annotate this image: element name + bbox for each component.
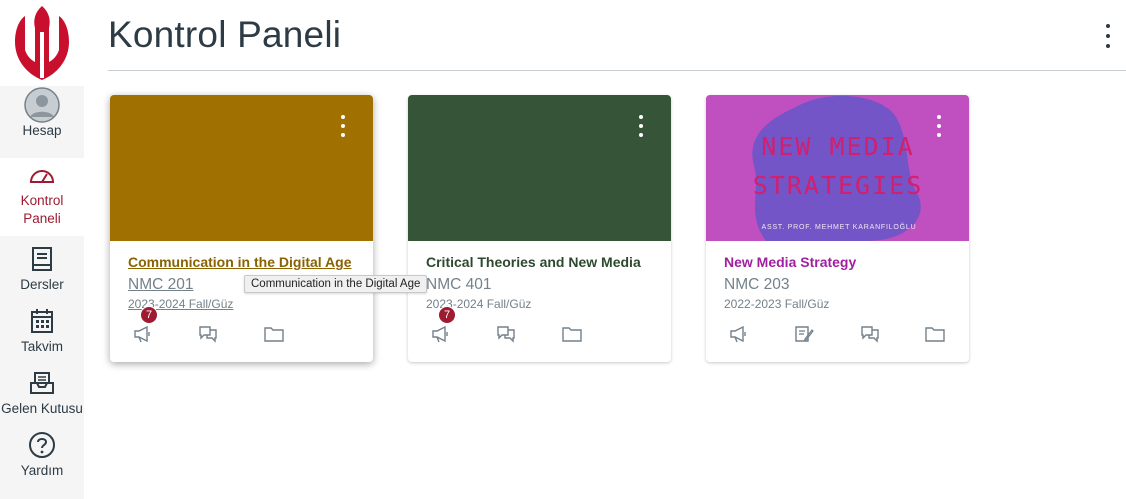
kebab-dot [1106, 24, 1110, 28]
files-button[interactable] [922, 321, 948, 347]
kebab-dot [639, 115, 643, 119]
discussions-button[interactable] [195, 321, 221, 347]
kebab-dot [937, 115, 941, 119]
course-code[interactable]: NMC 203 [724, 276, 789, 294]
unread-badge: 7 [140, 306, 158, 324]
nav-courses[interactable]: Dersler [0, 242, 84, 298]
calendar-icon [22, 304, 62, 338]
nav-inbox[interactable]: Gelen Kutusu [0, 366, 84, 422]
nav-help-label: Yardım [20, 463, 64, 478]
course-code[interactable]: NMC 201 [128, 276, 193, 294]
nav-help[interactable]: Yardım [0, 428, 84, 484]
course-title-link[interactable]: Critical Theories and New Media [426, 254, 641, 270]
course-card[interactable]: NEW MEDIA STRATEGIES ASST. PROF. MEHMET … [706, 95, 969, 362]
megaphone-icon [432, 325, 448, 343]
kebab-dot [937, 124, 941, 128]
course-card[interactable]: Communication in the Digital Age NMC 201… [110, 95, 373, 362]
assignments-icon [795, 326, 814, 342]
nav-account-label: Hesap [22, 123, 62, 138]
kebab-dot [1106, 34, 1110, 38]
kebab-dot [341, 133, 345, 137]
page-title: Kontrol Paneli [108, 14, 342, 55]
discussions-icon [861, 326, 879, 343]
card-options-button[interactable] [337, 115, 349, 137]
course-card-hero[interactable] [110, 95, 373, 241]
courses-icon [22, 242, 62, 276]
cover-text-line1: NEW MEDIA [761, 132, 914, 161]
title-tooltip: Communication in the Digital Age [244, 275, 428, 293]
nav-dashboard[interactable]: Kontrol Paneli [0, 158, 84, 236]
announcements-button[interactable]: 7 [130, 306, 158, 347]
cover-text-line2: STRATEGIES [753, 171, 924, 200]
kebab-dot [341, 115, 345, 119]
announcements-button[interactable]: 7 [428, 306, 456, 347]
course-term[interactable]: 2022-2023 Fall/Güz [724, 297, 829, 311]
files-button[interactable] [261, 321, 287, 347]
nav-dashboard-label: Kontrol Paneli [20, 193, 64, 226]
dashboard-options-button[interactable] [1098, 24, 1118, 48]
card-options-button[interactable] [933, 115, 945, 137]
university-logo[interactable] [0, 0, 84, 86]
card-actions [706, 321, 969, 351]
course-title-link[interactable]: Communication in the Digital Age [128, 254, 352, 270]
cover-text-line3: ASST. PROF. MEHMET KARANFILOĞLU [762, 222, 917, 231]
folder-icon [562, 327, 582, 342]
discussions-icon [199, 326, 217, 343]
megaphone-icon [730, 325, 746, 343]
discussions-button[interactable] [493, 321, 519, 347]
kebab-dot [341, 124, 345, 128]
card-actions: 7 [110, 306, 373, 351]
dashboard-icon [22, 158, 62, 192]
course-card-hero[interactable]: NEW MEDIA STRATEGIES ASST. PROF. MEHMET … [706, 95, 969, 241]
folder-icon [925, 327, 945, 342]
kebab-dot [639, 124, 643, 128]
announcements-button[interactable] [726, 321, 752, 347]
nav-account[interactable]: Hesap [0, 87, 84, 152]
assignments-button[interactable] [791, 321, 817, 347]
course-card-hero[interactable] [408, 95, 671, 241]
folder-icon [264, 327, 284, 342]
course-card[interactable]: Critical Theories and New Media NMC 401 … [408, 95, 671, 362]
header-divider [108, 70, 1126, 71]
inbox-icon [22, 366, 62, 400]
course-cover-image: NEW MEDIA STRATEGIES ASST. PROF. MEHMET … [752, 95, 924, 241]
avatar [22, 87, 62, 123]
unread-badge: 7 [438, 306, 456, 324]
nav-calendar-label: Takvim [20, 339, 63, 354]
tulip-logo-icon [15, 6, 69, 80]
card-actions: 7 [408, 306, 671, 351]
files-button[interactable] [559, 321, 585, 347]
global-nav: Hesap Kontrol Paneli Dersler Takvim Gele… [0, 0, 84, 499]
discussions-icon [497, 326, 515, 343]
nav-calendar[interactable]: Takvim [0, 304, 84, 360]
nav-courses-label: Dersler [20, 277, 64, 292]
card-options-button[interactable] [635, 115, 647, 137]
nav-inbox-label: Gelen Kutusu [1, 401, 83, 416]
kebab-dot [1106, 44, 1110, 48]
kebab-dot [937, 133, 941, 137]
course-code[interactable]: NMC 401 [426, 276, 491, 294]
discussions-button[interactable] [857, 321, 883, 347]
megaphone-icon [134, 325, 150, 343]
course-title-link[interactable]: New Media Strategy [724, 254, 856, 270]
kebab-dot [639, 133, 643, 137]
help-icon [22, 428, 62, 462]
